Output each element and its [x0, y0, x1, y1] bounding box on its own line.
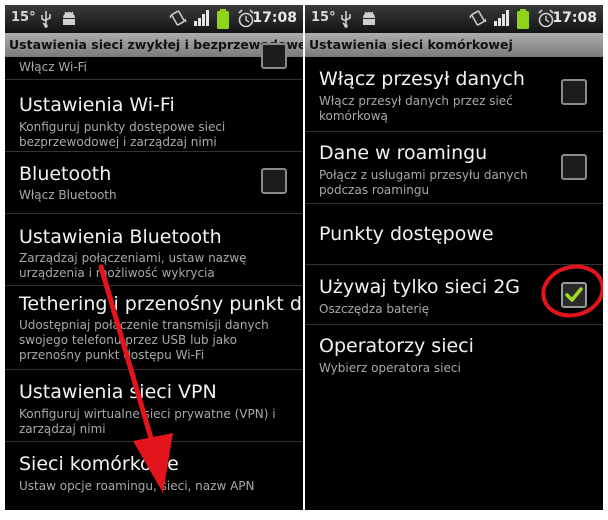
settings-screen-mobile: 15° 17:08 Ustawienia sieci komórkowej Wł… [305, 5, 603, 510]
settings-screen-wireless: 15° 17:08 Ustawienia sieci zwykłej i bez… [5, 5, 303, 510]
annotation-arrow-icon [98, 264, 173, 493]
annotation-circle-icon [541, 264, 603, 318]
